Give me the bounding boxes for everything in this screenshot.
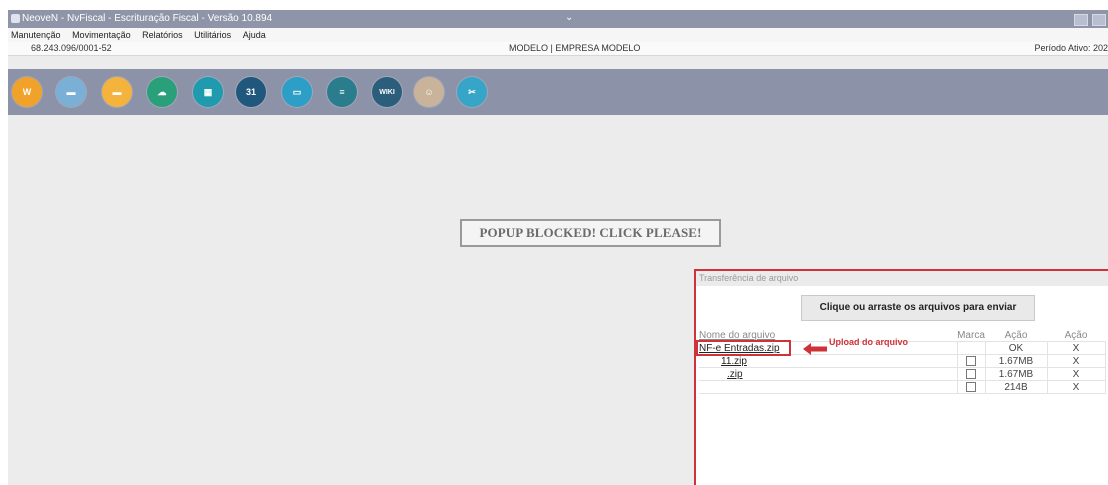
app-window: NeoveN - NvFiscal - Escrituração Fiscal … <box>8 10 1108 485</box>
menu-bar: Manutenção Movimentação Relatórios Utili… <box>8 28 1108 42</box>
menu-ajuda[interactable]: Ajuda <box>243 30 266 40</box>
title-bar: NeoveN - NvFiscal - Escrituração Fiscal … <box>8 10 1108 28</box>
upload-annotation: Upload do arquivo <box>829 337 909 347</box>
monitor-icon[interactable]: ▭ <box>282 77 312 107</box>
badge-blue-icon[interactable]: ▬ <box>56 77 86 107</box>
menu-utilitarios[interactable]: Utilitários <box>194 30 231 40</box>
table-row: 214B X <box>699 380 1106 394</box>
file-name[interactable]: 11.zip <box>721 356 747 367</box>
maximize-button[interactable] <box>1092 14 1106 26</box>
redacted-block <box>699 369 727 378</box>
icon-toolbar: W ▬ ▬ ☁ ▦ 31 ▭ ≡ WIKI ☺ ✂ <box>8 69 1108 115</box>
file-name[interactable]: .zip <box>727 369 743 380</box>
wiki-icon[interactable]: WIKI <box>372 77 402 107</box>
remove-action[interactable]: X <box>1046 380 1106 394</box>
highlight-box <box>696 340 791 356</box>
status-info-bar: 68.243.096/0001-52 MODELO | EMPRESA MODE… <box>8 42 1108 56</box>
table-row: 11.zip 1.67MB X <box>699 354 1106 368</box>
word-icon[interactable]: W <box>12 77 42 107</box>
chevron-down-icon[interactable]: ⌄ <box>565 10 573 27</box>
transfer-title: Transferência de arquivo <box>696 271 1108 286</box>
red-arrow-icon <box>803 343 827 355</box>
spreadsheet-icon[interactable]: ▦ <box>193 77 223 107</box>
file-name-cell: 11.zip <box>699 354 958 368</box>
mark-checkbox[interactable] <box>966 381 976 392</box>
column-header-action: Ação <box>1064 329 1088 341</box>
database-icon[interactable]: ≡ <box>327 77 357 107</box>
cloud-download-icon[interactable]: ☁ <box>147 77 177 107</box>
remove-action[interactable]: X <box>1046 354 1106 368</box>
remove-action[interactable]: X <box>1046 367 1106 381</box>
minimize-button[interactable] <box>1074 14 1088 26</box>
file-transfer-panel: Transferência de arquivo Clique ou arras… <box>694 269 1108 485</box>
remove-action[interactable]: X <box>1046 341 1106 355</box>
file-size: 1.67MB <box>984 367 1048 381</box>
mark-cell <box>956 341 986 355</box>
redacted-block <box>699 356 721 365</box>
file-name[interactable] <box>699 380 958 394</box>
mark-cell <box>956 354 986 368</box>
company-name: MODELO | EMPRESA MODELO <box>509 43 641 53</box>
file-name-cell: .zip <box>699 367 958 381</box>
company-cnpj: 68.243.096/0001-52 <box>31 43 112 53</box>
badge-orange-icon[interactable]: ▬ <box>102 77 132 107</box>
column-header-mark: Marca <box>957 329 985 341</box>
active-period: Período Ativo: 202 <box>1034 43 1108 53</box>
column-header-status: Ação <box>1004 329 1028 341</box>
window-title: NeoveN - NvFiscal - Escrituração Fiscal … <box>22 13 273 24</box>
file-size: 214B <box>984 380 1048 394</box>
menu-relatorios[interactable]: Relatórios <box>142 30 183 40</box>
mark-cell <box>956 380 986 394</box>
file-status: OK <box>984 341 1048 355</box>
mark-checkbox[interactable] <box>966 355 976 366</box>
tools-icon[interactable]: ✂ <box>457 77 487 107</box>
mark-cell <box>956 367 986 381</box>
upload-dropzone-button[interactable]: Clique ou arraste os arquivos para envia… <box>801 295 1035 321</box>
support-agent-icon[interactable]: ☺ <box>414 77 444 107</box>
menu-manutencao[interactable]: Manutenção <box>11 30 61 40</box>
calendar-icon[interactable]: 31 <box>236 77 266 107</box>
file-size: 1.67MB <box>984 354 1048 368</box>
menu-movimentacao[interactable]: Movimentação <box>72 30 131 40</box>
table-row: .zip 1.67MB X <box>699 367 1106 381</box>
app-icon <box>11 14 20 23</box>
mark-checkbox[interactable] <box>966 368 976 379</box>
popup-blocked-button[interactable]: POPUP BLOCKED! CLICK PLEASE! <box>460 219 721 247</box>
